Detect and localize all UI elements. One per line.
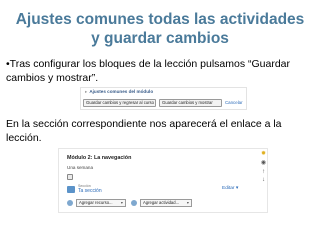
lesson-link-label[interactable]: Ta sección (78, 189, 102, 194)
lesson-icon (67, 186, 75, 193)
form-section-header-label: Ajustes comunes del módulo (89, 89, 154, 94)
move-down-icon[interactable]: ↓ (260, 177, 267, 184)
chevron-down-icon[interactable]: ▾ (235, 186, 238, 191)
edit-menu[interactable]: Editar ▾ (222, 186, 238, 191)
form-section-header[interactable]: ▸ Ajustes comunes del módulo (85, 89, 153, 95)
add-resource-select[interactable]: Agregar recurso... (76, 199, 126, 207)
form-screenshot: ▸ Ajustes comunes del módulo Guardar camb… (80, 87, 247, 110)
save-and-show-button[interactable]: Guardar cambios y mostrar (159, 99, 222, 107)
collapse-caret-icon[interactable]: ▸ (85, 89, 87, 94)
topic-controls: ✹ ◉ ↑ ↓ (259, 149, 268, 212)
move-icon[interactable]: ↑ (260, 169, 267, 176)
eye-icon[interactable]: ◉ (260, 160, 267, 167)
add-activity-select[interactable]: Agregar actividad... (140, 199, 192, 207)
add-icon (131, 200, 137, 206)
add-icon (67, 200, 73, 206)
topic-title: Módulo 2: La navegación (67, 155, 132, 161)
course-screenshot: Módulo 2: La navegación Una semana Secci… (58, 148, 268, 213)
slide-title: Ajustes comunes todas las actividades y … (15, 11, 305, 47)
lesson-link[interactable]: Sección Ta sección (78, 184, 102, 194)
bullet-text: •Tras configurar los bloques de la lecci… (6, 58, 291, 84)
summary-icon[interactable] (67, 174, 73, 180)
lightbulb-icon[interactable]: ✹ (260, 151, 267, 158)
edit-menu-label[interactable]: Editar (222, 186, 235, 191)
topic-subtitle: Una semana (67, 165, 94, 170)
paragraph-text: En la sección correspondiente nos aparec… (6, 118, 282, 144)
save-and-return-button[interactable]: Guardar cambios y regresar al curso (83, 99, 156, 107)
cancel-link[interactable]: Cancelar (225, 100, 243, 105)
